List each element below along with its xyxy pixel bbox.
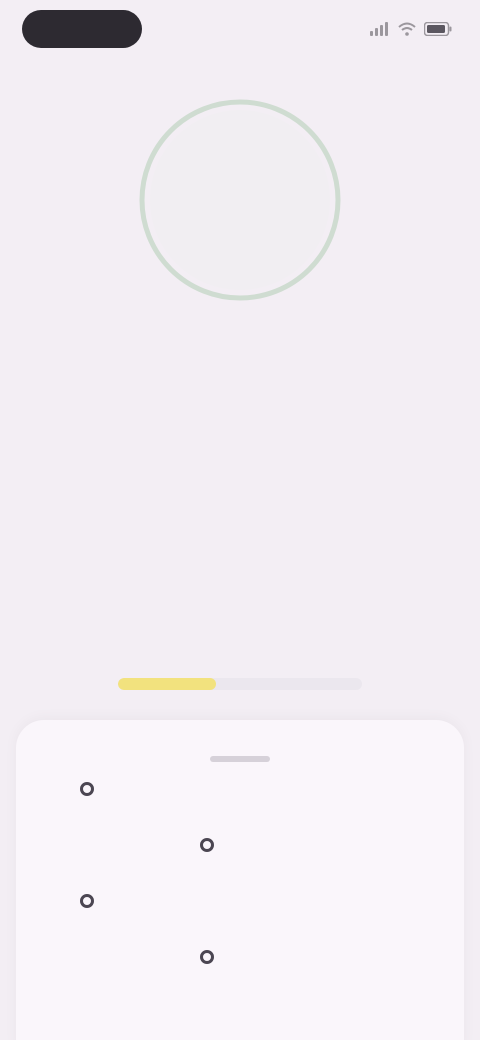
wifi-icon <box>398 22 416 36</box>
progress-bar <box>118 678 362 690</box>
status-icons <box>370 18 452 40</box>
status-bar <box>0 0 480 64</box>
sheet-option-4[interactable] <box>200 950 224 964</box>
progress-fill <box>118 678 216 690</box>
sheet-option-1[interactable] <box>80 782 104 796</box>
timer-ring[interactable] <box>136 96 344 304</box>
sheet-option-2[interactable] <box>200 838 224 852</box>
signal-icon <box>370 22 390 36</box>
radio-icon <box>80 894 94 908</box>
status-time <box>22 10 142 48</box>
app-screen <box>0 0 480 1040</box>
sheet-handle[interactable] <box>210 756 270 762</box>
sheet-option-3[interactable] <box>80 894 104 908</box>
bottom-sheet <box>16 720 464 1040</box>
radio-icon <box>200 838 214 852</box>
timer-value <box>136 96 344 304</box>
battery-icon <box>424 22 452 36</box>
radio-icon <box>80 782 94 796</box>
radio-icon <box>200 950 214 964</box>
